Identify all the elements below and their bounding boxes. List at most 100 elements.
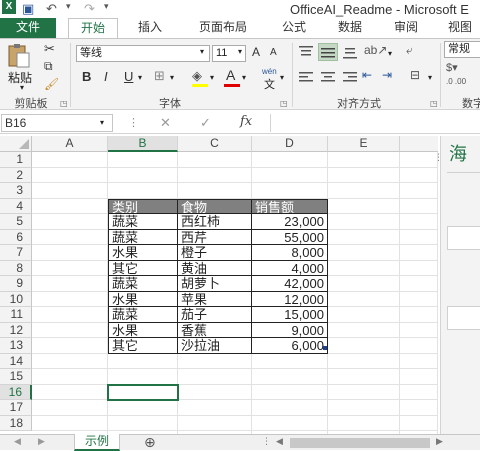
row-header-17[interactable]: 17 bbox=[0, 400, 32, 416]
row-header-9[interactable]: 9 bbox=[0, 276, 32, 292]
paste-dropdown-icon[interactable]: ▾ bbox=[20, 83, 24, 92]
row-header-2[interactable]: 2 bbox=[0, 167, 32, 183]
table-header-cell[interactable]: 食物 bbox=[178, 198, 252, 214]
row-header-18[interactable]: 18 bbox=[0, 415, 32, 431]
tab-page-layout[interactable]: 页面布局 bbox=[188, 18, 258, 38]
table-cell[interactable]: 西芹 bbox=[178, 229, 252, 245]
active-cell[interactable] bbox=[107, 383, 179, 401]
font-color-chevron-icon[interactable]: ▾ bbox=[242, 73, 246, 82]
decimal-icon[interactable]: .0 .00 bbox=[446, 77, 466, 86]
italic-button[interactable]: I bbox=[104, 69, 108, 84]
scroll-left-icon[interactable]: ◀ bbox=[14, 436, 21, 447]
wrap-text-icon[interactable]: ⤶ bbox=[406, 43, 413, 58]
column-header-c[interactable]: C bbox=[178, 136, 252, 152]
copy-icon[interactable]: ⧉ bbox=[44, 59, 53, 74]
table-cell[interactable]: 沙拉油 bbox=[178, 338, 252, 354]
tab-data[interactable]: 数据 bbox=[328, 18, 372, 38]
font-name-dropdown[interactable]: 等线 bbox=[76, 45, 210, 62]
row-header-6[interactable]: 6 bbox=[0, 229, 32, 245]
tab-insert[interactable]: 插入 bbox=[128, 18, 172, 38]
align-right-icon[interactable] bbox=[342, 71, 358, 86]
column-header-a[interactable]: A bbox=[32, 136, 108, 152]
undo-icon[interactable]: ↶ bbox=[46, 1, 57, 17]
table-cell[interactable]: 42,000 bbox=[252, 276, 328, 292]
align-bottom-icon[interactable] bbox=[342, 45, 358, 62]
table-cell[interactable]: 蔬菜 bbox=[108, 229, 178, 245]
row-header-3[interactable]: 3 bbox=[0, 183, 32, 199]
row-header-8[interactable]: 8 bbox=[0, 260, 32, 276]
align-middle-icon[interactable] bbox=[318, 43, 338, 61]
align-center-icon[interactable] bbox=[320, 71, 336, 86]
hscroll-right-icon[interactable]: ▶ bbox=[436, 436, 443, 447]
table-cell[interactable]: 其它 bbox=[108, 338, 178, 354]
side-pane-panel[interactable] bbox=[447, 306, 480, 330]
sheet-tab-example[interactable]: 示例 bbox=[74, 434, 120, 451]
table-cell[interactable]: 6,000 bbox=[252, 338, 328, 354]
borders-icon[interactable]: ⊞ bbox=[154, 68, 165, 84]
table-cell[interactable]: 苹果 bbox=[178, 291, 252, 307]
row-header-14[interactable]: 14 bbox=[0, 353, 32, 369]
table-cell[interactable]: 4,000 bbox=[252, 260, 328, 276]
cut-icon[interactable]: ✂ bbox=[44, 41, 55, 57]
alignment-launcher-icon[interactable]: ◳ bbox=[430, 99, 438, 108]
row-header-1[interactable]: 1 bbox=[0, 152, 32, 168]
tab-file[interactable]: 文件 bbox=[0, 18, 56, 38]
table-cell[interactable]: 15,000 bbox=[252, 307, 328, 323]
enter-icon[interactable]: ✓ bbox=[200, 115, 211, 131]
table-cell[interactable]: 55,000 bbox=[252, 229, 328, 245]
shrink-font-icon[interactable]: A bbox=[270, 47, 277, 58]
align-top-icon[interactable] bbox=[298, 45, 314, 62]
table-header-cell[interactable]: 销售额 bbox=[252, 198, 328, 214]
table-cell[interactable]: 胡萝卜 bbox=[178, 276, 252, 292]
row-header-13[interactable]: 13 bbox=[0, 338, 32, 354]
row-header-12[interactable]: 12 bbox=[0, 322, 32, 338]
row-header-16[interactable]: 16 bbox=[0, 384, 32, 400]
bold-button[interactable]: B bbox=[82, 69, 91, 84]
font-name-chevron-icon[interactable]: ▾ bbox=[200, 47, 204, 56]
borders-chevron-icon[interactable]: ▾ bbox=[170, 73, 174, 82]
name-box-chevron-icon[interactable]: ▾ bbox=[100, 118, 104, 127]
hscroll-left-icon[interactable]: ◀ bbox=[276, 436, 283, 447]
horizontal-scrollbar[interactable] bbox=[290, 438, 430, 448]
worksheet-grid[interactable]: A B C D E 1 2 3 4 5 6 7 8 9 10 11 12 13 14 15 16 17 18 类别… bbox=[0, 136, 438, 434]
paste-icon[interactable] bbox=[6, 43, 32, 69]
align-left-icon[interactable] bbox=[298, 71, 314, 86]
format-painter-icon[interactable]: 🖌 bbox=[44, 77, 59, 91]
row-header-5[interactable]: 5 bbox=[0, 214, 32, 230]
grow-font-icon[interactable]: A bbox=[252, 45, 260, 59]
table-cell[interactable]: 茄子 bbox=[178, 307, 252, 323]
tab-home[interactable]: 开始 bbox=[68, 18, 118, 38]
table-cell[interactable]: 黄油 bbox=[178, 260, 252, 276]
orientation-icon[interactable]: ab↗ bbox=[364, 43, 387, 57]
table-cell[interactable]: 12,000 bbox=[252, 291, 328, 307]
number-format-dropdown[interactable]: 常规 bbox=[444, 41, 480, 58]
accounting-format-icon[interactable]: $▾ bbox=[446, 61, 458, 74]
tab-review[interactable]: 审阅 bbox=[384, 18, 428, 38]
tab-formulas[interactable]: 公式 bbox=[272, 18, 316, 38]
column-header-b[interactable]: B bbox=[108, 136, 178, 152]
orientation-chevron-icon[interactable]: ▾ bbox=[388, 49, 392, 58]
row-header-15[interactable]: 15 bbox=[0, 369, 32, 385]
save-icon[interactable]: ▣ bbox=[22, 1, 34, 17]
table-cell[interactable]: 香蕉 bbox=[178, 322, 252, 338]
phonetic-icon[interactable]: wén bbox=[262, 67, 277, 76]
cancel-icon[interactable]: ✕ bbox=[160, 115, 171, 131]
increase-indent-icon[interactable]: ⇥ bbox=[382, 68, 392, 82]
table-cell[interactable]: 水果 bbox=[108, 322, 178, 338]
name-box[interactable]: B16 bbox=[1, 114, 113, 132]
table-cell[interactable]: 9,000 bbox=[252, 322, 328, 338]
tab-view[interactable]: 视图 bbox=[440, 18, 480, 38]
hscroll-options-icon[interactable]: ⋮ bbox=[262, 436, 271, 447]
table-cell[interactable]: 23,000 bbox=[252, 214, 328, 230]
column-header-d[interactable]: D bbox=[252, 136, 328, 152]
phonetic-chevron-icon[interactable]: ▾ bbox=[280, 73, 284, 82]
column-header-e[interactable]: E bbox=[328, 136, 400, 152]
font-launcher-icon[interactable]: ◳ bbox=[280, 99, 288, 108]
merge-chevron-icon[interactable]: ▾ bbox=[428, 73, 432, 82]
fill-color-icon[interactable]: ◈ bbox=[192, 68, 202, 84]
row-header-4[interactable]: 4 bbox=[0, 198, 32, 214]
undo-dropdown-icon[interactable]: ▾ bbox=[66, 1, 71, 12]
phonetic-char-icon[interactable]: 文 bbox=[264, 76, 275, 92]
add-sheet-icon[interactable]: ⊕ bbox=[144, 434, 156, 451]
table-cell[interactable]: 水果 bbox=[108, 245, 178, 261]
